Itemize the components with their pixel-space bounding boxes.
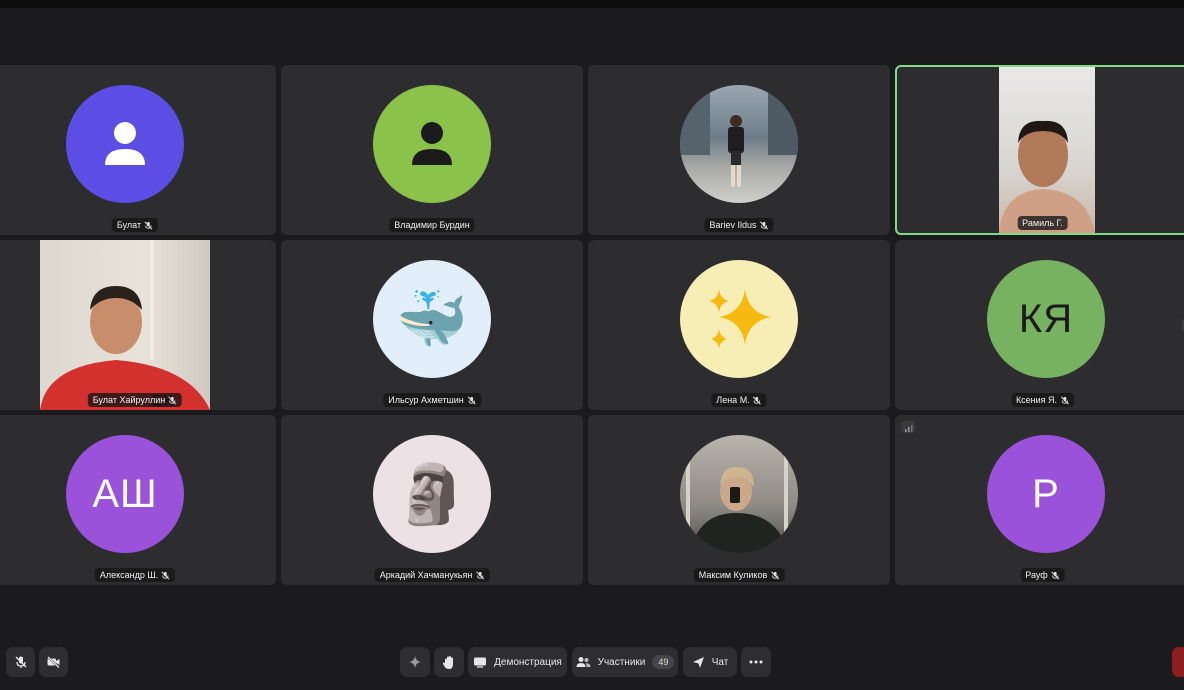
sparkle-icon [409,656,421,668]
person-icon [412,122,452,165]
more-options-button[interactable] [741,647,771,677]
participant-name-label: Владимир Бурдин [389,218,475,232]
people-icon [576,657,591,667]
person-video-icon: EX [40,240,210,410]
participant-name: Владимир Бурдин [394,220,470,230]
avatar [373,85,491,203]
mic-off-icon [1051,571,1060,580]
camera-off-icon [47,656,60,669]
participant-tile[interactable]: Bariev Ildus [588,65,890,235]
avatar [66,85,184,203]
mic-off-icon [14,656,27,668]
participant-tile[interactable]: КЯ Ксения Я. [895,240,1184,410]
participant-tile[interactable]: Владимир Бурдин [281,65,583,235]
leave-call-button[interactable] [1172,647,1184,677]
participant-name-label: Булат Хайруллин [87,393,183,407]
person-video-icon [999,120,1095,233]
participant-name-label: Аркадий Хачманукьян [374,568,490,582]
more-dots-icon [749,660,763,664]
participant-name-label: Александр Ш. [94,568,176,582]
connection-signal-icon [901,421,915,433]
screen-share-label: Демонстрация [494,656,562,668]
participant-name: Bariev Ildus [709,220,757,230]
screen-icon [474,657,487,668]
avatar: КЯ [987,260,1105,378]
mic-off-icon [161,571,170,580]
participant-tile[interactable]: Р Рауф [895,415,1184,585]
participant-name: Рамиль Г. [1022,218,1063,228]
participant-name: Максим Куликов [698,570,768,580]
participant-tile[interactable]: EX Булат Хайруллин [0,240,276,410]
participant-name-label: Рауф [1020,568,1065,582]
mic-off-icon [1060,396,1069,405]
camera-toggle-button[interactable] [39,647,68,677]
participant-name: Ксения Я. [1015,395,1058,405]
participant-tile[interactable]: 🗿 Аркадий Хачманукьян [281,415,583,585]
raise-hand-button[interactable] [434,647,464,677]
mic-off-icon [144,221,153,230]
participants-label: Участники [597,656,646,668]
participant-name: Ильсур Ахметшин [388,395,464,405]
sparkles-emoji-icon [709,289,771,349]
avatar: 🐳 [373,260,491,378]
hand-icon [442,655,453,669]
avatar [680,260,798,378]
participants-button[interactable]: Участники 49 [572,647,678,677]
avatar-photo [680,85,798,203]
mic-off-icon [467,396,476,405]
participant-name-label: Ксения Я. [1010,393,1075,407]
avatar-initials: АШ [92,471,158,516]
participant-name-label: Рамиль Г. [1017,216,1068,230]
participant-name-label: Булат [111,218,159,232]
chat-label: Чат [711,656,729,668]
mic-off-icon [475,571,484,580]
participant-name: Аркадий Хачманукьян [379,570,473,580]
mic-off-icon [753,396,762,405]
participant-name-label: Лена М. [711,393,767,407]
person-photo-icon [680,85,798,187]
participants-count-badge: 49 [652,655,675,669]
participant-name-label: Максим Куликов [693,568,785,582]
microphone-toggle-button[interactable] [6,647,35,677]
participant-tile[interactable]: Лена М. [588,240,890,410]
participant-tile-speaking[interactable]: Рамиль Г. [895,65,1184,235]
mic-off-icon [770,571,779,580]
moai-emoji-icon: 🗿 [395,459,469,528]
participants-grid: Булат Владимир Бурдин Bariev Ildus Рамил… [0,65,1184,585]
call-toolbar: Демонстрация Участники 49 Чат [0,640,1184,684]
participant-tile[interactable]: АШ Александр Ш. [0,415,276,585]
avatar-photo [680,435,798,553]
chat-button[interactable]: Чат [683,647,737,677]
send-icon [692,656,704,668]
participant-tile[interactable]: Максим Куликов [588,415,890,585]
video-feed: EX [40,240,210,410]
participant-tile[interactable]: 🐳 Ильсур Ахметшин [281,240,583,410]
video-call-app: Булат Владимир Бурдин Bariev Ildus Рамил… [0,0,1184,690]
video-feed [999,67,1095,233]
mic-off-icon [168,396,177,405]
mic-off-icon [760,221,769,230]
participant-name: Лена М. [716,395,750,405]
avatar: Р [987,435,1105,553]
person-icon [105,122,145,165]
whale-emoji-icon: 🐳 [395,284,469,353]
avatar: 🗿 [373,435,491,553]
avatar-initials: КЯ [1018,296,1074,341]
window-top-strip [0,0,1184,8]
participant-name: Рауф [1025,570,1048,580]
participant-name: Булат [116,220,142,230]
person-photo-icon [686,435,788,553]
participant-tile[interactable]: Булат [0,65,276,235]
avatar: АШ [66,435,184,553]
avatar-initials: Р [1032,471,1060,516]
participant-name: Александр Ш. [99,570,159,580]
participant-name: Булат Хайруллин [92,395,166,405]
participant-name-label: Bariev Ildus [704,218,774,232]
participant-name-label: Ильсур Ахметшин [383,393,481,407]
screen-share-button[interactable]: Демонстрация [468,647,567,677]
effects-button[interactable] [400,647,430,677]
